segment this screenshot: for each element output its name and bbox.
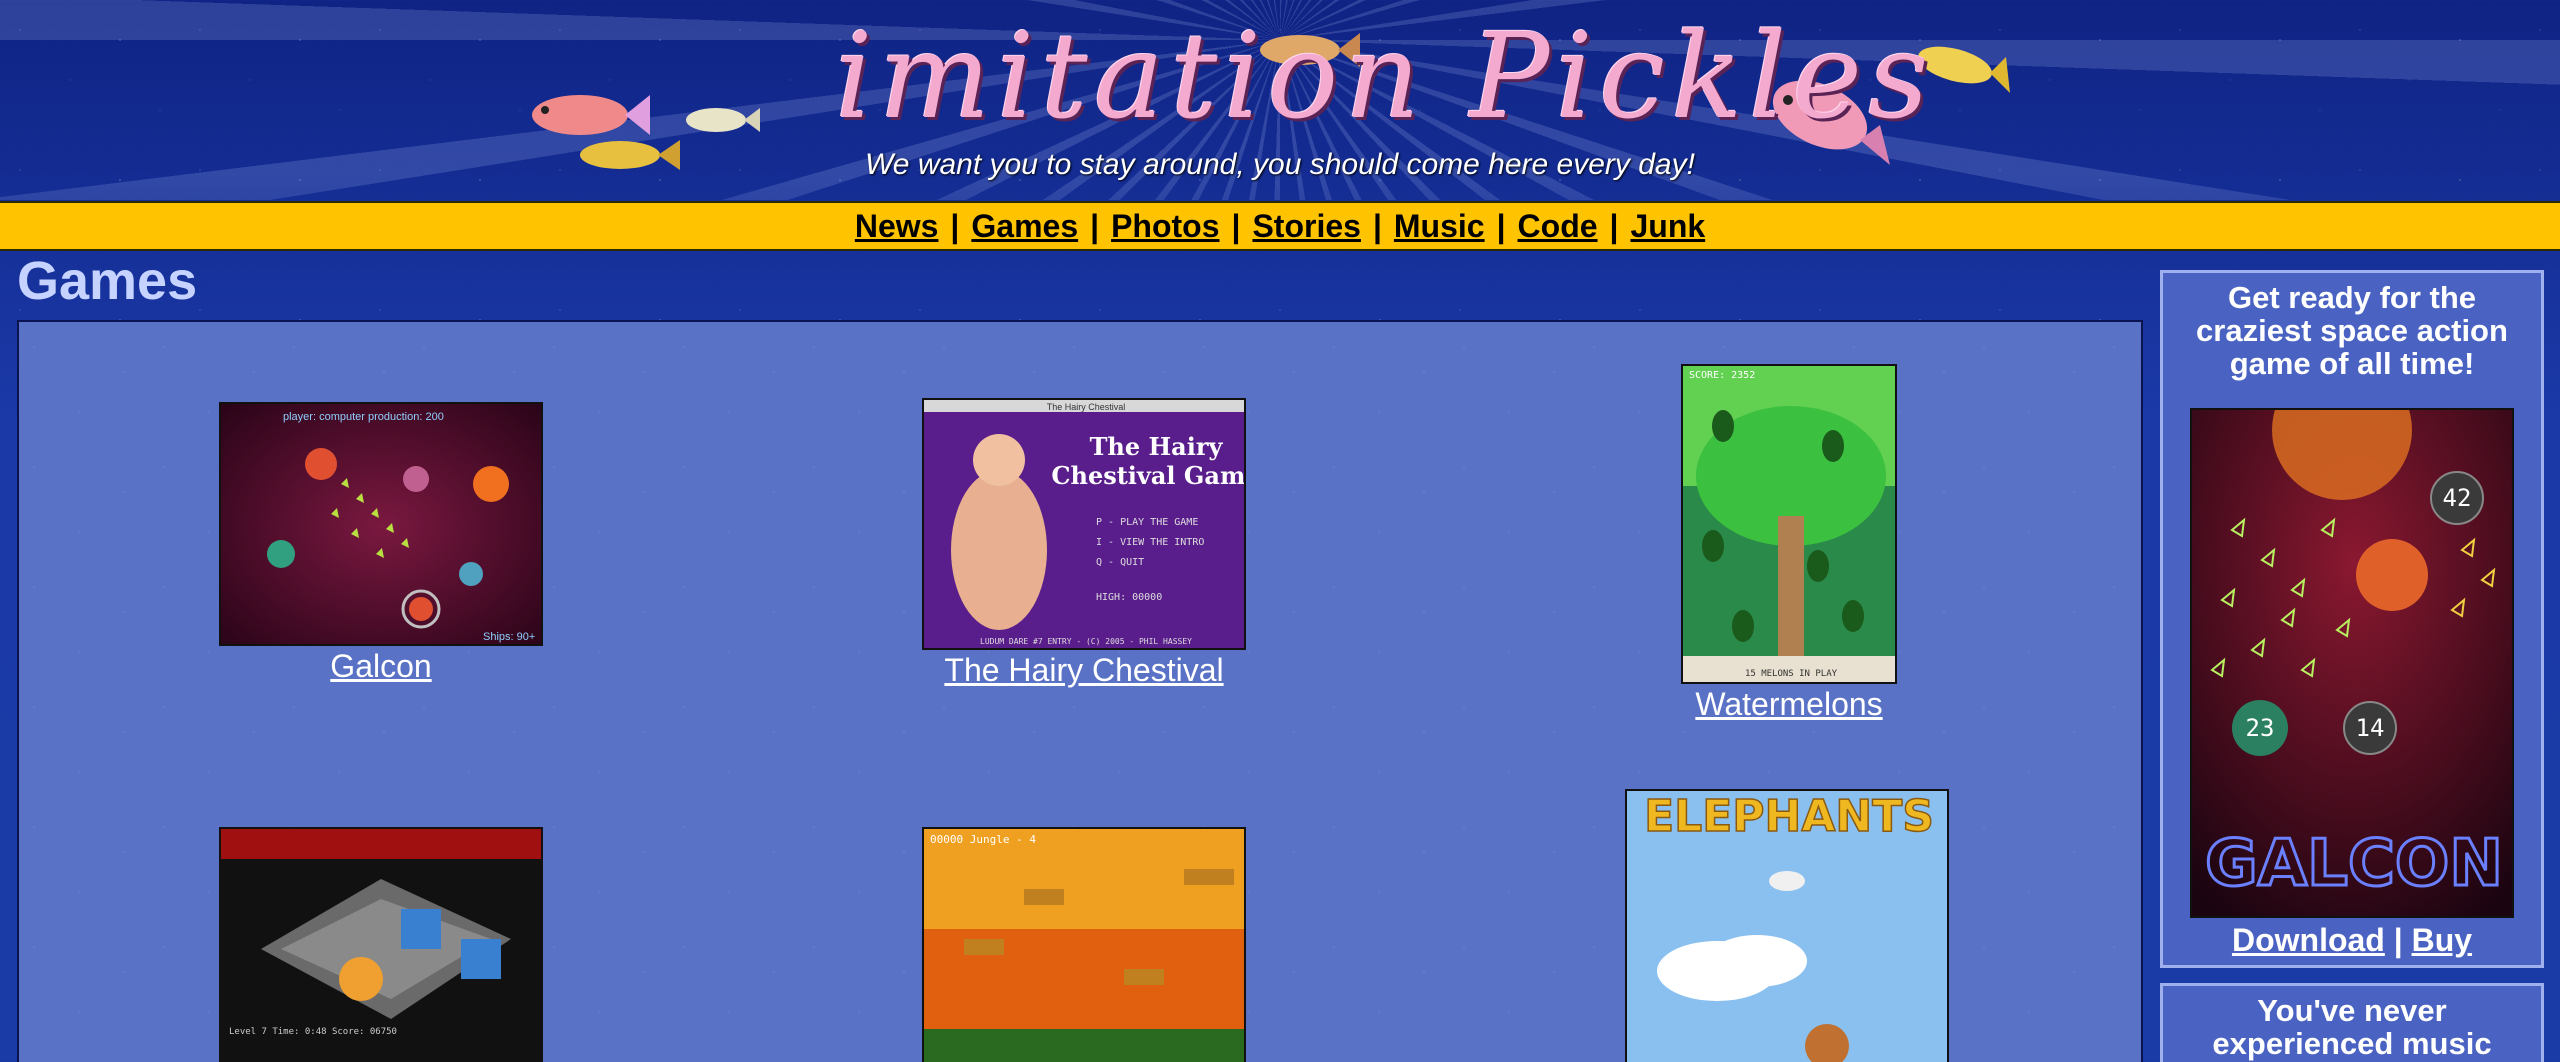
galcon-count-14: 14	[2356, 714, 2385, 742]
hairy-footer: LUDUM DARE #7 ENTRY - (C) 2005 - PHIL HA…	[980, 637, 1192, 646]
game-link-watermelons[interactable]: Watermelons	[1619, 686, 1959, 723]
watermelons-thumbnail[interactable]: SCORE: 2352 15 MELONS IN PLAY	[1681, 364, 1897, 684]
nav-link-photos[interactable]: Photos	[1111, 208, 1219, 245]
galcon-ships-text: Ships: 90+	[483, 631, 535, 643]
game-card-hairy-chestival: The Hairy Chestival The Hairy Chestival …	[919, 398, 1249, 689]
galcon-promo-links: Download | Buy	[2163, 922, 2541, 959]
nav-link-stories[interactable]: Stories	[1252, 208, 1360, 245]
game-card-elephants: ELEPHANTS	[1622, 789, 1952, 1062]
nav-link-games[interactable]: Games	[971, 208, 1078, 245]
music-promo-box: You've never experienced music	[2160, 983, 2544, 1062]
elephants-title: ELEPHANTS	[1644, 791, 1934, 842]
menu-quit: Q - QUIT	[1096, 557, 1144, 568]
game-card-isometric: Level 7 Time: 0:48 Score: 06750	[216, 827, 546, 1062]
game-card-galcon: player: computer production: 200 Ships: …	[216, 402, 546, 685]
galcon-download-link[interactable]: Download	[2232, 922, 2385, 958]
music-promo-headline: You've never experienced music	[2212, 993, 2492, 1061]
isometric-game-thumbnail[interactable]: Level 7 Time: 0:48 Score: 06750	[219, 827, 543, 1062]
nav-separator: |	[1496, 207, 1506, 244]
galcon-hud-text: player: computer production: 200	[283, 411, 444, 423]
nav-separator: |	[1609, 207, 1619, 244]
watermelons-caption: 15 MELONS IN PLAY	[1745, 669, 1838, 679]
hairy-chestival-thumbnail[interactable]: The Hairy Chestival The Hairy Chestival …	[922, 398, 1246, 650]
hairy-title-line1: The Hairy	[1090, 432, 1224, 461]
galcon-thumbnail[interactable]: player: computer production: 200 Ships: …	[219, 402, 543, 646]
jungle-hud: 00000 Jungle - 4	[930, 833, 1036, 846]
hairy-title-line2: Chestival Game	[1051, 461, 1246, 490]
nav-separator: |	[950, 207, 960, 244]
site-header: imitation Pickles We want you to stay ar…	[0, 0, 2560, 200]
menu-high: HIGH: 00000	[1096, 592, 1162, 603]
nav-separator: |	[1090, 207, 1100, 244]
games-panel: player: computer production: 200 Ships: …	[17, 320, 2143, 1062]
site-tagline: We want you to stay around, you should c…	[865, 148, 1695, 181]
game-link-galcon[interactable]: Galcon	[216, 648, 546, 685]
game-card-jungle: 00000 Jungle - 4	[919, 827, 1249, 1062]
game-card-watermelons: SCORE: 2352 15 MELONS IN PLAY Watermelon…	[1619, 364, 1959, 723]
game-link-hairy-chestival[interactable]: The Hairy Chestival	[919, 652, 1249, 689]
galcon-count-23: 23	[2246, 714, 2275, 742]
jungle-game-thumbnail[interactable]: 00000 Jungle - 4	[922, 827, 1246, 1062]
galcon-promo-headline: Get ready for the craziest space action …	[2196, 280, 2508, 381]
galcon-count-42: 42	[2443, 484, 2472, 512]
main-nav: News | Games | Photos | Stories | Music …	[0, 201, 2560, 251]
promo-separator: |	[2393, 922, 2403, 958]
galcon-promo-image[interactable]: 42 23 14 GALCON	[2190, 408, 2514, 918]
galcon-buy-link[interactable]: Buy	[2412, 922, 2472, 958]
isometric-hud: Level 7 Time: 0:48 Score: 06750	[229, 1027, 397, 1037]
menu-intro: I - VIEW THE INTRO	[1096, 537, 1204, 548]
nav-link-junk[interactable]: Junk	[1630, 208, 1705, 245]
nav-link-news[interactable]: News	[855, 208, 939, 245]
fish-icon	[686, 108, 760, 132]
watermelons-score: SCORE: 2352	[1689, 370, 1755, 381]
elephants-thumbnail[interactable]: ELEPHANTS	[1625, 789, 1949, 1062]
galcon-promo-logo: GALCON	[2205, 827, 2503, 901]
nav-link-code[interactable]: Code	[1518, 208, 1598, 245]
site-logo[interactable]: imitation Pickles	[835, 6, 1929, 146]
galcon-promo-box: Get ready for the craziest space action …	[2160, 270, 2544, 968]
menu-play: P - PLAY THE GAME	[1096, 517, 1198, 528]
page-title: Games	[17, 251, 198, 311]
window-title: The Hairy Chestival	[1047, 402, 1126, 412]
nav-separator: |	[1372, 207, 1382, 244]
nav-separator: |	[1231, 207, 1241, 244]
nav-link-music[interactable]: Music	[1394, 208, 1485, 245]
